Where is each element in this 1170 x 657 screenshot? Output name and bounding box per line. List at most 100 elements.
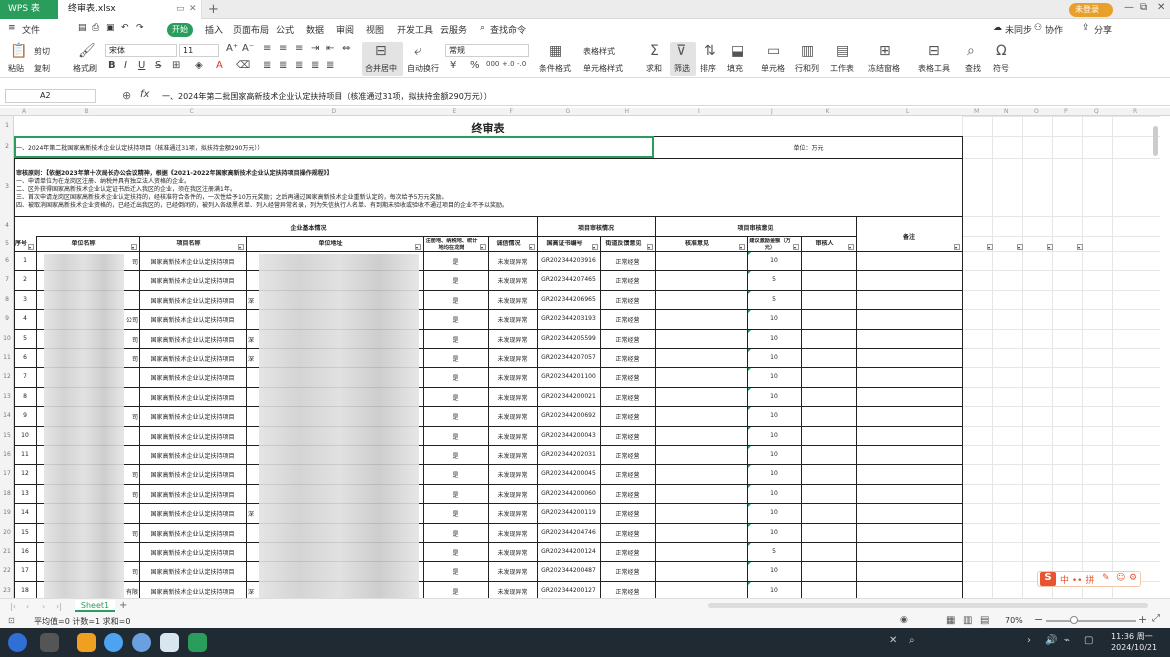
reg-check[interactable]: 是 xyxy=(423,451,488,460)
row-number[interactable]: 22 xyxy=(0,567,14,574)
street-feedback[interactable]: 正常经营 xyxy=(600,315,655,324)
wrap-button[interactable]: 自动换行 xyxy=(407,63,439,74)
project-name[interactable]: 国家高新技术企业认定扶持项目 xyxy=(139,373,246,382)
indent-icon[interactable]: ⇥ xyxy=(311,43,319,54)
reg-check[interactable]: 是 xyxy=(423,587,488,596)
street-feedback[interactable]: 正常经营 xyxy=(600,432,655,441)
column-header-8[interactable]: 核准意见 xyxy=(655,240,739,247)
filter-dropdown-icon[interactable]: ▾ xyxy=(1017,244,1023,250)
column-letter[interactable]: I xyxy=(698,108,700,115)
incentive-amount[interactable]: 10 xyxy=(747,412,801,419)
cond-format-icon[interactable]: ▦ xyxy=(549,43,562,59)
project-name[interactable]: 国家高新技术企业认定扶持项目 xyxy=(139,587,246,596)
row-number[interactable]: 23 xyxy=(0,587,14,594)
cert-number[interactable]: GR202344200060 xyxy=(537,490,600,497)
incentive-amount[interactable]: 10 xyxy=(747,373,801,380)
tray-icon-1[interactable]: ✕ xyxy=(889,635,897,646)
row-seq[interactable]: 16 xyxy=(14,548,36,555)
column-letter[interactable]: F xyxy=(510,108,513,115)
menu-formula[interactable]: 公式 xyxy=(276,23,294,36)
reg-check[interactable]: 是 xyxy=(423,548,488,557)
task-view-icon[interactable] xyxy=(40,633,59,652)
column-letter[interactable]: L xyxy=(906,108,909,115)
fill-color-icon[interactable]: ◈ xyxy=(195,60,203,71)
column-header-3[interactable]: 单位地址 xyxy=(246,240,415,247)
project-name[interactable]: 国家高新技术企业认定扶持项目 xyxy=(139,335,246,344)
menu-review[interactable]: 审阅 xyxy=(336,23,354,36)
file-tab[interactable]: 终审表.xlsx ▭ ✕ xyxy=(58,0,202,19)
column-header-0[interactable]: 序号 xyxy=(14,240,28,247)
row-seq[interactable]: 8 xyxy=(14,393,36,400)
cell-icon[interactable]: ▭ xyxy=(767,43,780,59)
incentive-amount[interactable]: 10 xyxy=(747,257,801,264)
bold-icon[interactable]: B xyxy=(108,60,116,71)
row-number[interactable]: 6 xyxy=(0,257,14,264)
credit-status[interactable]: 未发现异常 xyxy=(488,276,537,285)
wrap-icon[interactable]: ⤶ xyxy=(414,43,422,59)
merge-center-button[interactable]: ⊟ 合并居中 xyxy=(362,42,403,76)
close-tab-icon[interactable]: ✕ xyxy=(189,0,197,19)
credit-status[interactable]: 未发现异常 xyxy=(488,354,537,363)
align-bottom-icon[interactable]: ≡ xyxy=(295,43,303,54)
row-number[interactable]: 13 xyxy=(0,393,14,400)
column-header-4[interactable]: 注册地、纳税地、统计地均在龙岗 xyxy=(423,238,480,252)
sum-button[interactable]: 求和 xyxy=(646,63,662,74)
column-header-10[interactable]: 审核人 xyxy=(801,240,848,247)
project-name[interactable]: 国家高新技术企业认定扶持项目 xyxy=(139,296,246,305)
reg-check[interactable]: 是 xyxy=(423,412,488,421)
freeze-button[interactable]: 冻结窗格 xyxy=(868,63,900,74)
font-size-select[interactable]: 11 xyxy=(179,44,219,57)
row-seq[interactable]: 2 xyxy=(14,276,36,283)
reg-check[interactable]: 是 xyxy=(423,257,488,266)
row-number[interactable]: 11 xyxy=(0,354,14,361)
street-feedback[interactable]: 正常经营 xyxy=(600,412,655,421)
hamburger-icon[interactable]: ≡ xyxy=(8,23,16,33)
incentive-amount[interactable]: 10 xyxy=(747,567,801,574)
format-painter-icon[interactable]: 🖌 xyxy=(78,43,96,59)
filter-dropdown-icon[interactable]: ▾ xyxy=(480,244,486,250)
clear-icon[interactable]: ⌫ xyxy=(236,60,250,71)
cert-number[interactable]: GR202344200487 xyxy=(537,567,600,574)
app-tab[interactable]: WPS 表 xyxy=(0,0,66,19)
horizontal-scrollbar[interactable] xyxy=(708,603,1148,608)
incentive-amount[interactable]: 10 xyxy=(747,490,801,497)
street-feedback[interactable]: 正常经营 xyxy=(600,257,655,266)
italic-icon[interactable]: I xyxy=(124,60,127,71)
column-letter[interactable]: G xyxy=(566,108,571,115)
row-number[interactable]: 2 xyxy=(0,143,14,150)
reg-check[interactable]: 是 xyxy=(423,432,488,441)
filter-dropdown-icon[interactable]: ▾ xyxy=(739,244,745,250)
cert-number[interactable]: GR202344200127 xyxy=(537,587,600,594)
incentive-amount[interactable]: 10 xyxy=(747,529,801,536)
paste-button[interactable]: 粘贴 xyxy=(8,63,24,74)
row-number[interactable]: 4 xyxy=(0,222,14,229)
save-icon[interactable]: ▤ xyxy=(78,23,87,33)
cert-number[interactable]: GR202344200692 xyxy=(537,412,600,419)
menu-cloud[interactable]: 云服务 xyxy=(440,23,467,36)
reg-check[interactable]: 是 xyxy=(423,470,488,479)
column-letter[interactable]: Q xyxy=(1094,108,1099,115)
row-number[interactable]: 20 xyxy=(0,529,14,536)
street-feedback[interactable]: 正常经营 xyxy=(600,276,655,285)
filter-dropdown-icon[interactable]: ▾ xyxy=(131,244,137,250)
fill-icon[interactable]: ⬓ xyxy=(731,43,744,59)
print-icon[interactable]: ⎙ xyxy=(92,23,99,33)
fullscreen-icon[interactable]: ⤢ xyxy=(1152,613,1160,624)
street-feedback[interactable]: 正常经营 xyxy=(600,373,655,382)
add-sheet-button[interactable]: + xyxy=(119,600,127,611)
credit-status[interactable]: 未发现异常 xyxy=(488,412,537,421)
column-letter[interactable]: B xyxy=(85,108,89,115)
undo-icon[interactable]: ↶ xyxy=(121,23,129,33)
normal-view-icon[interactable]: ▦ xyxy=(946,615,955,626)
credit-status[interactable]: 未发现异常 xyxy=(488,451,537,460)
filter-dropdown-icon[interactable]: ▾ xyxy=(415,244,421,250)
project-name[interactable]: 国家高新技术企业认定扶持项目 xyxy=(139,412,246,421)
row-number[interactable]: 19 xyxy=(0,509,14,516)
sync-status[interactable]: 未同步 xyxy=(1005,23,1032,36)
find-button[interactable]: 查找 xyxy=(965,63,981,74)
share-button[interactable]: 分享 xyxy=(1094,23,1112,36)
row-seq[interactable]: 1 xyxy=(14,257,36,264)
menu-developer[interactable]: 开发工具 xyxy=(397,23,433,36)
align-top-icon[interactable]: ≡ xyxy=(263,43,271,54)
incentive-amount[interactable]: 10 xyxy=(747,451,801,458)
